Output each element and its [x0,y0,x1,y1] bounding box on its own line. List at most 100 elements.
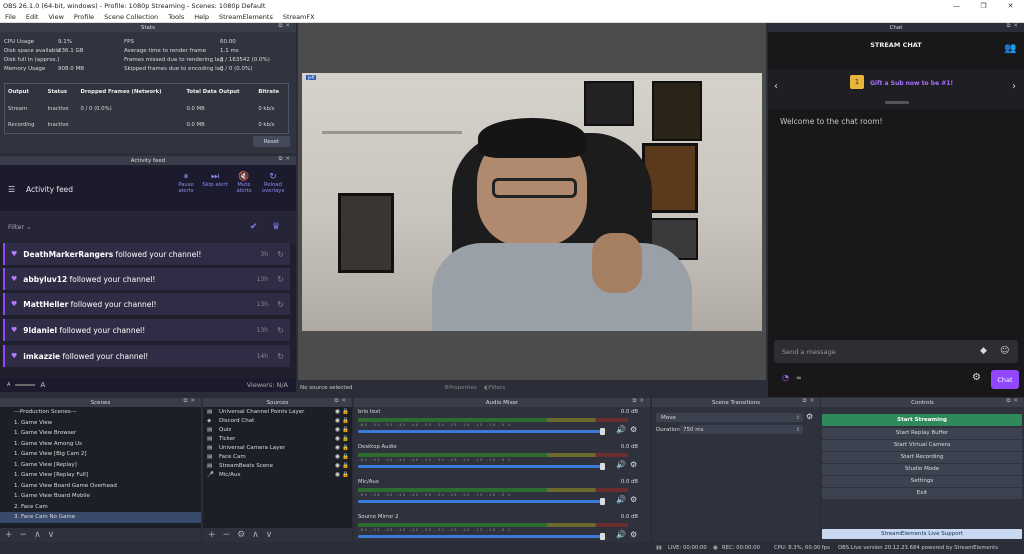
gear-icon[interactable]: ⚙ [630,425,637,434]
visibility-icon[interactable]: ◉ [335,471,340,478]
replay-icon[interactable]: ↻ [277,352,284,361]
list-item[interactable]: ▤ StreamBeats Scene ◉ 🔒 [203,461,352,470]
speaker-icon[interactable]: 🔊 [616,495,626,504]
list-item[interactable]: 2. Face Cam [0,502,201,513]
move-down-icon[interactable]: ∨ [266,530,273,540]
transition-select[interactable]: Move ⇕ [656,413,803,422]
list-item[interactable]: ▤ Ticker ◉ 🔒 [203,434,352,443]
menu-scene-collection[interactable]: Scene Collection [99,13,163,21]
lock-icon[interactable]: 🔒 [342,418,349,424]
filters-button[interactable]: ◐Filters [484,385,505,391]
crown-icon[interactable]: ♛ [272,222,280,232]
live-support-button[interactable]: StreamElements Live Support [822,529,1022,539]
visibility-icon[interactable]: ◉ [335,417,340,424]
menu-file[interactable]: File [0,13,21,21]
duration-spinbox[interactable]: 750 ms ⇕ [680,425,803,434]
replay-icon[interactable]: ↻ [277,326,284,335]
list-item[interactable]: ▤ Quiz ◉ 🔒 [203,425,352,434]
replay-icon[interactable]: ↻ [277,300,284,309]
dock-float-close-icon[interactable]: ⧉✕ [278,23,293,30]
skip-alert-button[interactable]: ⏭ Skip alert [202,173,228,189]
list-item[interactable]: 1. Game View [0,418,201,429]
volume-slider-handle[interactable] [600,463,605,470]
menu-help[interactable]: Help [189,13,214,21]
volume-slider-handle[interactable] [600,498,605,505]
chat-settings-icon[interactable]: ⚙ [972,372,981,383]
replay-icon[interactable]: ↻ [277,275,284,284]
move-up-icon[interactable]: ∧ [252,530,259,540]
volume-slider[interactable] [358,500,603,503]
speaker-icon[interactable]: 🔊 [616,460,626,469]
gear-icon[interactable]: ⚙ [237,530,245,540]
gift-sub-link[interactable]: Gift a Sub now to be #1! [870,80,953,87]
lock-icon[interactable]: 🔒 [342,445,349,451]
gear-icon[interactable]: ⚙ [806,412,813,421]
dock-float-close-icon[interactable]: ⧉✕ [334,398,349,405]
list-item[interactable]: ▤ Universal Channel Points Layer ◉ 🔒 [203,407,352,416]
chat-send-button[interactable]: Chat [991,370,1019,389]
lock-icon[interactable]: 🔒 [342,472,349,478]
speaker-icon[interactable]: 🔊 [616,425,626,434]
lock-icon[interactable]: 🔒 [342,409,349,415]
move-down-icon[interactable]: ∨ [48,530,55,540]
list-item[interactable]: 1. Game View Board Mobile [0,491,201,502]
visibility-icon[interactable]: ◉ [335,444,340,451]
dock-float-close-icon[interactable]: ⧉✕ [1006,398,1021,405]
font-size-slider[interactable] [15,384,36,386]
reload-overlays-button[interactable]: ↻ Reload overlays [258,173,288,195]
lock-icon[interactable]: 🔒 [342,427,349,433]
speaker-icon[interactable]: 🔊 [616,530,626,539]
volume-slider-handle[interactable] [600,533,605,540]
chat-input[interactable]: Send a message ◆ ☺ [774,340,1018,363]
dock-float-close-icon[interactable]: ⧉✕ [278,156,293,163]
reset-button[interactable]: Reset [253,136,290,147]
visibility-icon[interactable]: ◉ [335,426,340,433]
bits-icon[interactable]: ◆ [980,346,987,356]
mark-read-icon[interactable]: ✔ [250,222,258,232]
exit-button[interactable]: Exit [822,488,1022,499]
visibility-icon[interactable]: ◉ [335,408,340,415]
gear-icon[interactable]: ⚙ [630,495,637,504]
dock-float-close-icon[interactable]: ⧉✕ [802,398,817,405]
chevron-right-icon[interactable]: › [1012,81,1016,92]
list-item[interactable]: 1. Game View [Big Cam 2] [0,449,201,460]
list-item[interactable]: ▤ Universal Camera Layer ◉ 🔒 [203,443,352,452]
channel-points-icon[interactable]: ◔ [782,373,789,382]
menu-streamfx[interactable]: StreamFX [278,13,320,21]
user-list-icon[interactable]: 👥 [1004,43,1016,54]
gear-icon[interactable]: ⚙ [630,530,637,539]
list-item[interactable]: 1. Game View [Replay Full] [0,470,201,481]
chevron-left-icon[interactable]: ‹ [774,81,778,92]
add-icon[interactable]: + [5,530,13,540]
gear-icon[interactable]: ⚙ [630,460,637,469]
start-virtual-camera-button[interactable]: Start Virtual Camera [822,440,1022,451]
add-icon[interactable]: + [208,530,216,540]
visibility-icon[interactable]: ◉ [335,435,340,442]
font-size-large-button[interactable]: A [40,381,45,389]
maximize-icon[interactable]: ❐ [970,0,997,12]
settings-button[interactable]: Settings [822,476,1022,487]
visibility-icon[interactable]: ◉ [335,462,340,469]
hamburger-menu-icon[interactable]: ☰ [8,185,15,194]
dock-float-close-icon[interactable]: ⧉✕ [1006,23,1021,30]
menu-view[interactable]: View [43,13,68,21]
pause-alerts-button[interactable]: ⏸ Pause alerts [173,173,199,195]
start-streaming-button[interactable]: Start Streaming [822,414,1022,426]
menu-tools[interactable]: Tools [163,13,189,21]
visibility-icon[interactable]: ◉ [335,453,340,460]
minimize-icon[interactable]: — [943,0,970,12]
list-item-selected[interactable]: 3. Face Cam No Game [0,512,201,523]
volume-slider[interactable] [358,430,603,433]
list-item[interactable]: ◈ Discord Chat ◉ 🔒 [203,416,352,425]
remove-icon[interactable]: − [223,530,231,540]
emote-icon[interactable]: ☺ [1000,346,1009,356]
dock-float-close-icon[interactable]: ⧉✕ [632,398,647,405]
list-item[interactable]: 🎤 Mic/Aux ◉ 🔒 [203,470,352,479]
list-item[interactable]: 1. Game View Among Us [0,439,201,450]
dock-float-close-icon[interactable]: ⧉✕ [183,398,198,405]
menu-profile[interactable]: Profile [69,13,99,21]
menu-streamelements[interactable]: StreamElements [214,13,278,21]
studio-mode-button[interactable]: Studio Mode [822,464,1022,475]
list-item[interactable]: 1. Game View [Replay] [0,460,201,471]
lock-icon[interactable]: 🔒 [342,454,349,460]
